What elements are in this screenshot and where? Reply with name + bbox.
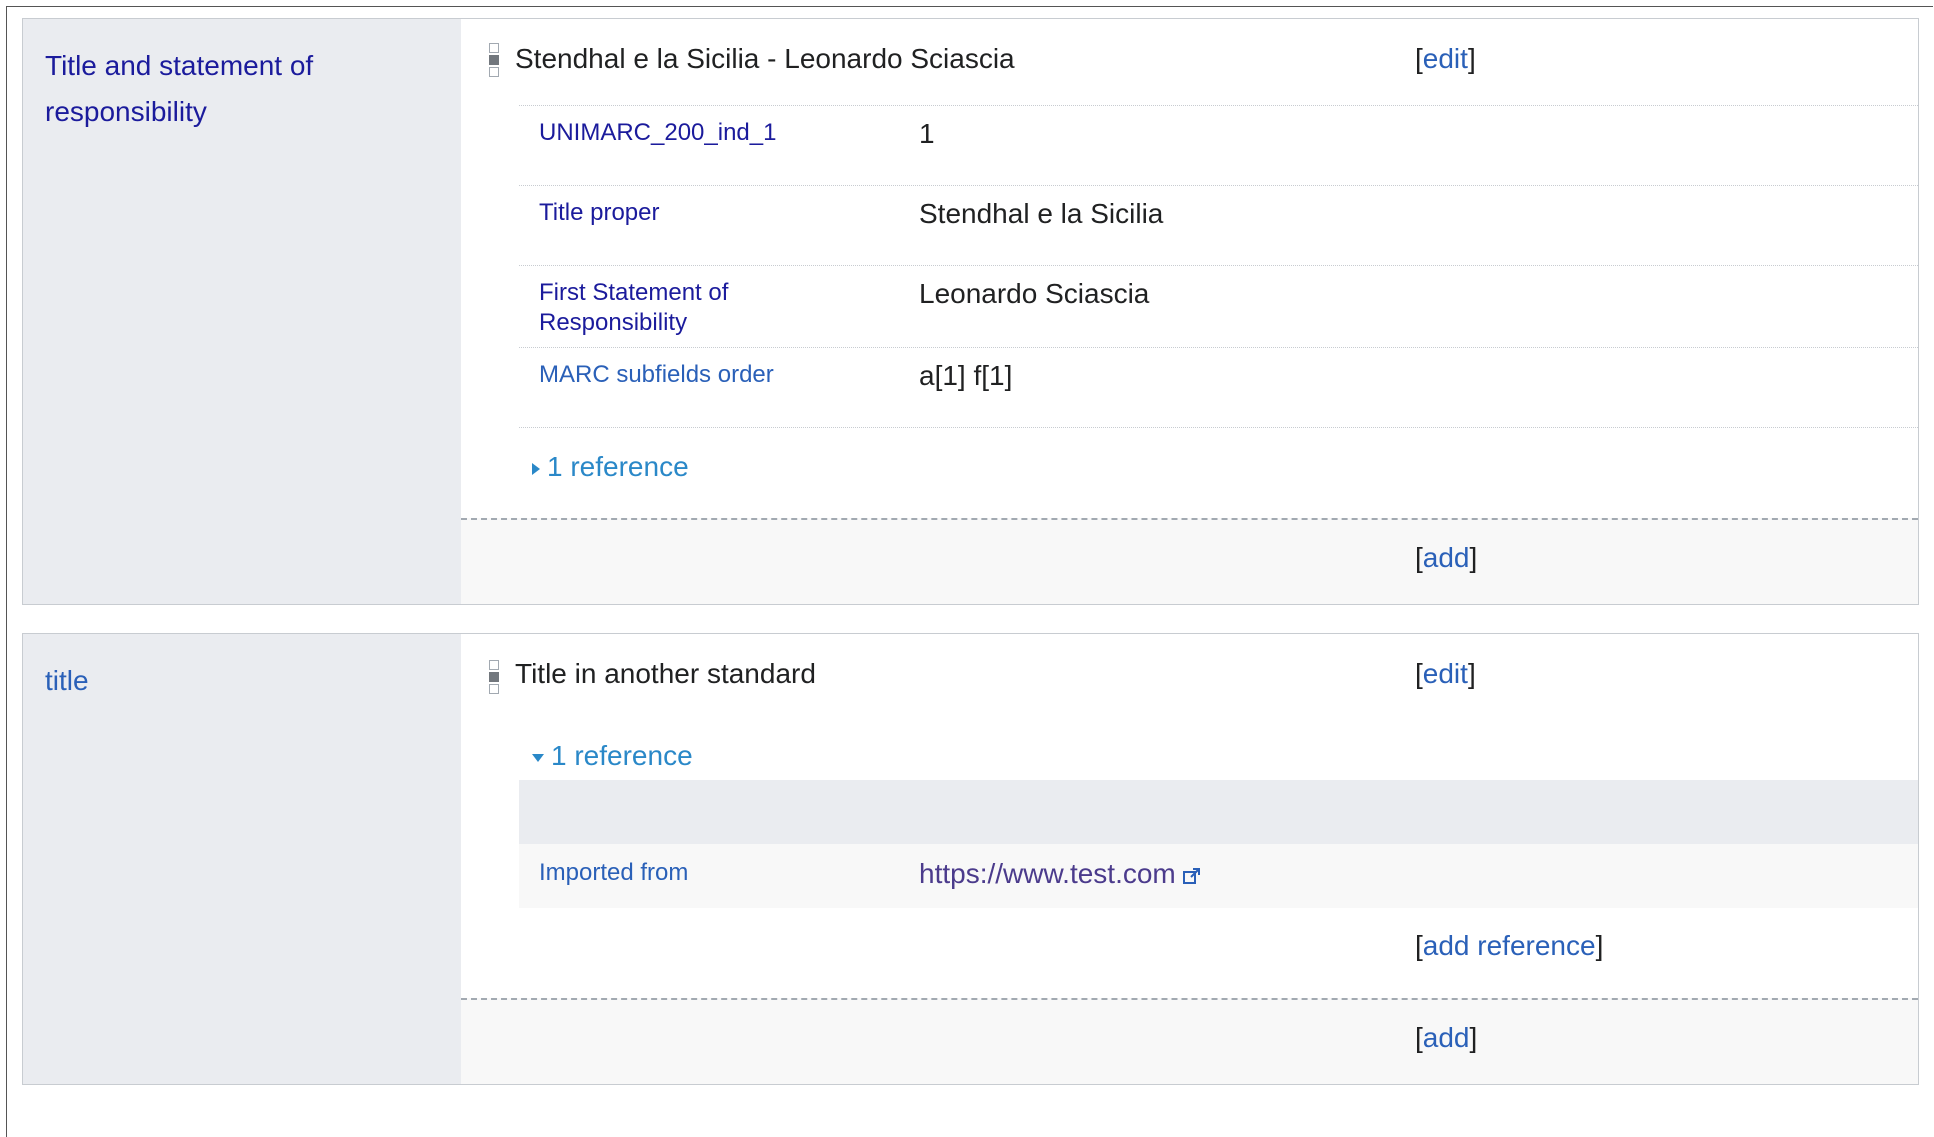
reference-property[interactable]: Imported from (539, 858, 839, 888)
qualifier-row: First Statement of Responsibility Leonar… (519, 265, 1918, 336)
triangle-right-icon (532, 462, 540, 475)
references-toggle[interactable]: 1 reference (531, 740, 693, 772)
references-toggle-label: 1 reference (547, 451, 689, 482)
edit-link[interactable]: edit (1423, 658, 1468, 689)
qualifier-property[interactable]: UNIMARC_200_ind_1 (539, 118, 839, 148)
qualifier-property[interactable]: Title proper (539, 198, 839, 228)
statement-main-value: Stendhal e la Sicilia - Leonardo Sciasci… (515, 43, 1015, 74)
add-bar: [add] (461, 998, 1918, 1084)
add-button[interactable]: [add] (1415, 542, 1477, 574)
qualifier-property[interactable]: MARC subfields order (539, 360, 839, 390)
reference-row: Imported from https://www.test.com (519, 844, 1918, 908)
reference-value: https://www.test.com (919, 858, 1202, 890)
references-toggle-label: 1 reference (551, 740, 693, 771)
qualifier-row: Title proper Stendhal e la Sicilia (519, 185, 1918, 250)
rank-normal-icon[interactable] (489, 660, 501, 696)
qualifier-value: Stendhal e la Sicilia (919, 198, 1164, 229)
qualifier-value: 1 (919, 118, 935, 149)
add-bar: [add] (461, 518, 1918, 604)
triangle-down-icon (532, 753, 544, 762)
reference-url-link[interactable]: https://www.test.com (919, 858, 1176, 889)
references-toggle[interactable]: 1 reference (531, 451, 689, 483)
statement-group-title: title Title in another standard [edit] 1… (22, 633, 1919, 1085)
external-link-icon (1182, 867, 1200, 884)
statement-area: Title in another standard [edit] 1 refer… (461, 634, 1918, 1084)
edit-button[interactable]: [edit] (1415, 658, 1476, 690)
add-link[interactable]: add (1423, 542, 1470, 573)
statement-main-value: Title in another standard (515, 658, 816, 689)
qualifier-row: MARC subfields order a[1] f[1] (519, 347, 1918, 412)
statement-group-title-and-statement: Title and statement of responsibility St… (22, 18, 1919, 605)
edit-link[interactable]: edit (1423, 43, 1468, 74)
add-reference-link[interactable]: add reference (1423, 930, 1596, 961)
qualifier-value: Leonardo Sciascia (919, 278, 1150, 309)
qualifier-value: a[1] f[1] (919, 360, 1013, 391)
reference-header (519, 780, 1918, 844)
qualifier-row: UNIMARC_200_ind_1 1 (519, 105, 1918, 170)
qualifier-property[interactable]: First Statement of Responsibility (539, 278, 839, 338)
edit-button[interactable]: [edit] (1415, 43, 1476, 75)
rank-normal-icon[interactable] (489, 43, 501, 79)
statement-area: Stendhal e la Sicilia - Leonardo Sciasci… (461, 19, 1918, 604)
property-label-title[interactable]: title (45, 658, 445, 704)
add-link[interactable]: add (1423, 1022, 1470, 1053)
add-reference-button[interactable]: [add reference] (1415, 930, 1603, 962)
add-button[interactable]: [add] (1415, 1022, 1477, 1054)
property-label-title-and-statement[interactable]: Title and statement of responsibility (45, 43, 445, 135)
qualifier-divider (519, 427, 1918, 428)
